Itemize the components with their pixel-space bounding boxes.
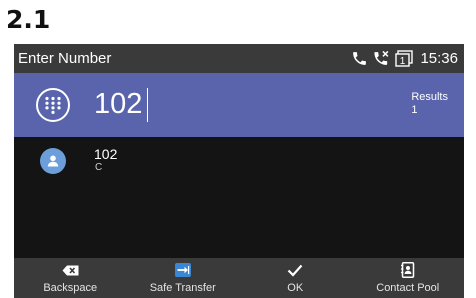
checkmark-icon <box>287 262 303 278</box>
ok-button[interactable]: OK <box>239 258 352 298</box>
softkey-bar: Backspace Safe Transfer OK Contact Pool <box>14 258 464 298</box>
status-icons: 1 15:36 <box>351 50 458 67</box>
backspace-button[interactable]: Backspace <box>14 258 127 298</box>
backspace-label: Backspace <box>43 282 98 294</box>
text-caret <box>147 88 148 122</box>
number-input-bar[interactable]: 102 Results 1 <box>14 73 464 137</box>
status-bar: Enter Number 1 15:36 <box>14 44 464 73</box>
phone-screen: Enter Number 1 15:36 102 Results 1 102 C… <box>14 44 464 298</box>
results-count: 1 <box>411 104 418 116</box>
contact-avatar-icon <box>40 148 66 174</box>
section-label: 2.1 <box>6 5 51 34</box>
contact-pool-button[interactable]: Contact Pool <box>352 258 465 298</box>
contact-number: 102 <box>94 146 118 162</box>
line-key-number: 1 <box>400 56 406 67</box>
safe-transfer-button[interactable]: Safe Transfer <box>127 258 240 298</box>
line-key-icon: 1 <box>395 50 414 67</box>
missed-call-icon <box>372 50 391 67</box>
dialpad-icon[interactable] <box>36 88 70 122</box>
contact-pool-label: Contact Pool <box>376 282 440 294</box>
phone-icon <box>351 50 368 67</box>
ok-label: OK <box>287 282 304 294</box>
number-input-value[interactable]: 102 <box>94 85 142 123</box>
screen-title: Enter Number <box>18 50 112 67</box>
results-counter: Results 1 <box>411 91 448 117</box>
list-item[interactable]: 102 C <box>14 137 464 185</box>
safe-transfer-label: Safe Transfer <box>149 282 216 294</box>
results-label: Results <box>411 91 448 103</box>
contact-name: C <box>95 162 103 173</box>
clock-time: 15:36 <box>420 50 458 67</box>
contact-book-icon <box>400 262 415 278</box>
transfer-icon <box>174 262 191 278</box>
backspace-icon <box>62 262 79 278</box>
